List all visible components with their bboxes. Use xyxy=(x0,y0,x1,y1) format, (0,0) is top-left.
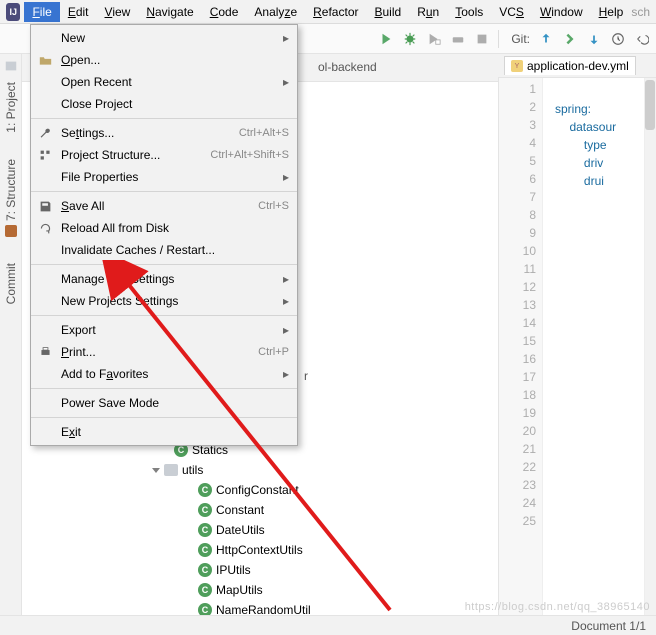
chevron-right-icon: ▸ xyxy=(283,323,289,337)
scrollbar-track[interactable] xyxy=(644,78,656,615)
git-update-icon[interactable] xyxy=(538,31,554,47)
menu-new-projects-settings[interactable]: New Projects Settings▸ xyxy=(31,290,297,312)
structure-icon xyxy=(5,225,17,237)
menu-analyze[interactable]: Analyze xyxy=(246,2,305,22)
folder-open-icon xyxy=(37,52,53,68)
side-strip: 1: Project 7: Structure Commit xyxy=(0,54,22,635)
class-icon: C xyxy=(198,523,212,537)
tree-item[interactable]: CConstant xyxy=(140,500,480,520)
menu-file-properties[interactable]: File Properties▸ xyxy=(31,166,297,188)
file-menu-dropdown: New▸ Open... Open Recent▸ Close Project … xyxy=(30,24,298,446)
menu-open-recent[interactable]: Open Recent▸ xyxy=(31,71,297,93)
menu-code[interactable]: Code xyxy=(202,2,247,22)
menu-run[interactable]: Run xyxy=(409,2,447,22)
debug-icon[interactable] xyxy=(402,31,418,47)
scrollbar-thumb[interactable] xyxy=(645,80,655,130)
tree-item[interactable]: CConfigConstant xyxy=(140,480,480,500)
git-commit-icon[interactable] xyxy=(562,31,578,47)
menu-help[interactable]: Help xyxy=(591,2,632,22)
editor-tabbar: Y application-dev.yml xyxy=(498,54,656,78)
run-coverage-icon[interactable] xyxy=(426,31,442,47)
save-icon xyxy=(37,198,53,214)
chevron-right-icon: ▸ xyxy=(283,75,289,89)
chevron-down-icon xyxy=(152,468,160,473)
menu-refactor[interactable]: Refactor xyxy=(305,2,366,22)
chevron-right-icon: ▸ xyxy=(283,294,289,308)
tree-folder[interactable]: utils xyxy=(140,460,480,480)
class-icon: C xyxy=(198,563,212,577)
gutter: 1234567891011121314151617181920212223242… xyxy=(499,78,543,615)
chevron-right-icon: ▸ xyxy=(283,31,289,45)
app-icon: IJ xyxy=(6,3,20,21)
yml-icon: Y xyxy=(511,60,523,72)
git-rollback-icon[interactable] xyxy=(634,31,650,47)
menu-settings[interactable]: Settings...Ctrl+Alt+S xyxy=(31,122,297,144)
class-icon: C xyxy=(198,583,212,597)
folder-icon xyxy=(164,464,178,476)
sidebar-project[interactable]: 1: Project xyxy=(4,76,18,139)
menu-export[interactable]: Export▸ xyxy=(31,319,297,341)
menubar: IJ File Edit View Navigate Code Analyze … xyxy=(0,0,656,24)
menu-print[interactable]: Print...Ctrl+P xyxy=(31,341,297,363)
stray-r: r xyxy=(304,369,308,383)
tree-item[interactable]: CDateUtils xyxy=(140,520,480,540)
git-label: Git: xyxy=(511,32,530,46)
menu-close-project[interactable]: Close Project xyxy=(31,93,297,115)
class-icon: C xyxy=(198,543,212,557)
stop-icon[interactable] xyxy=(474,31,490,47)
menu-project-structure[interactable]: Project Structure...Ctrl+Alt+Shift+S xyxy=(31,144,297,166)
tree-item[interactable]: CHttpContextUtils xyxy=(140,540,480,560)
structure-icon xyxy=(37,147,53,163)
watermark: https://blog.csdn.net/qq_38965140 xyxy=(465,601,650,613)
code-area[interactable]: spring: datasour type driv drui xyxy=(543,78,616,615)
chevron-right-icon: ▸ xyxy=(283,272,289,286)
menu-navigate[interactable]: Navigate xyxy=(138,2,201,22)
sidebar-structure[interactable]: 7: Structure xyxy=(4,153,18,243)
menu-save-all[interactable]: Save AllCtrl+S xyxy=(31,195,297,217)
editor-tab[interactable]: Y application-dev.yml xyxy=(504,56,636,75)
editor[interactable]: 1234567891011121314151617181920212223242… xyxy=(498,78,656,615)
class-icon: C xyxy=(198,503,212,517)
wrench-icon xyxy=(37,125,53,141)
tree-item[interactable]: CMapUtils xyxy=(140,580,480,600)
menu-favorites[interactable]: Add to Favorites▸ xyxy=(31,363,297,385)
menu-edit[interactable]: Edit xyxy=(60,2,97,22)
status-bar: Document 1/1 xyxy=(0,615,656,635)
menu-build[interactable]: Build xyxy=(366,2,409,22)
menu-window[interactable]: Window xyxy=(532,2,591,22)
menu-manage-ide[interactable]: Manage IDE Settings▸ xyxy=(31,268,297,290)
menu-vcs[interactable]: VCS xyxy=(491,2,532,22)
sidebar-commit[interactable]: Commit xyxy=(4,257,18,310)
git-history-icon[interactable] xyxy=(610,31,626,47)
menu-view[interactable]: View xyxy=(97,2,139,22)
tree-item[interactable]: CIPUtils xyxy=(140,560,480,580)
menu-tools[interactable]: Tools xyxy=(447,2,491,22)
menu-invalidate[interactable]: Invalidate Caches / Restart... xyxy=(31,239,297,261)
chevron-right-icon: ▸ xyxy=(283,170,289,184)
chevron-right-icon: ▸ xyxy=(283,367,289,381)
class-icon: C xyxy=(198,483,212,497)
menu-reload[interactable]: Reload All from Disk xyxy=(31,217,297,239)
project-strip-icon[interactable] xyxy=(3,58,19,74)
menu-open[interactable]: Open... xyxy=(31,49,297,71)
attach-icon[interactable] xyxy=(450,31,466,47)
menu-trail: sch xyxy=(631,5,656,19)
reload-icon xyxy=(37,220,53,236)
menu-new[interactable]: New▸ xyxy=(31,27,297,49)
print-icon xyxy=(37,344,53,360)
crumb-fragment: ol-backend xyxy=(318,60,377,74)
menu-exit[interactable]: Exit xyxy=(31,421,297,443)
menu-file[interactable]: File xyxy=(24,2,59,22)
git-push-icon[interactable] xyxy=(586,31,602,47)
run-icon[interactable] xyxy=(378,31,394,47)
menu-power-save[interactable]: Power Save Mode xyxy=(31,392,297,414)
status-doc: Document 1/1 xyxy=(571,619,646,633)
